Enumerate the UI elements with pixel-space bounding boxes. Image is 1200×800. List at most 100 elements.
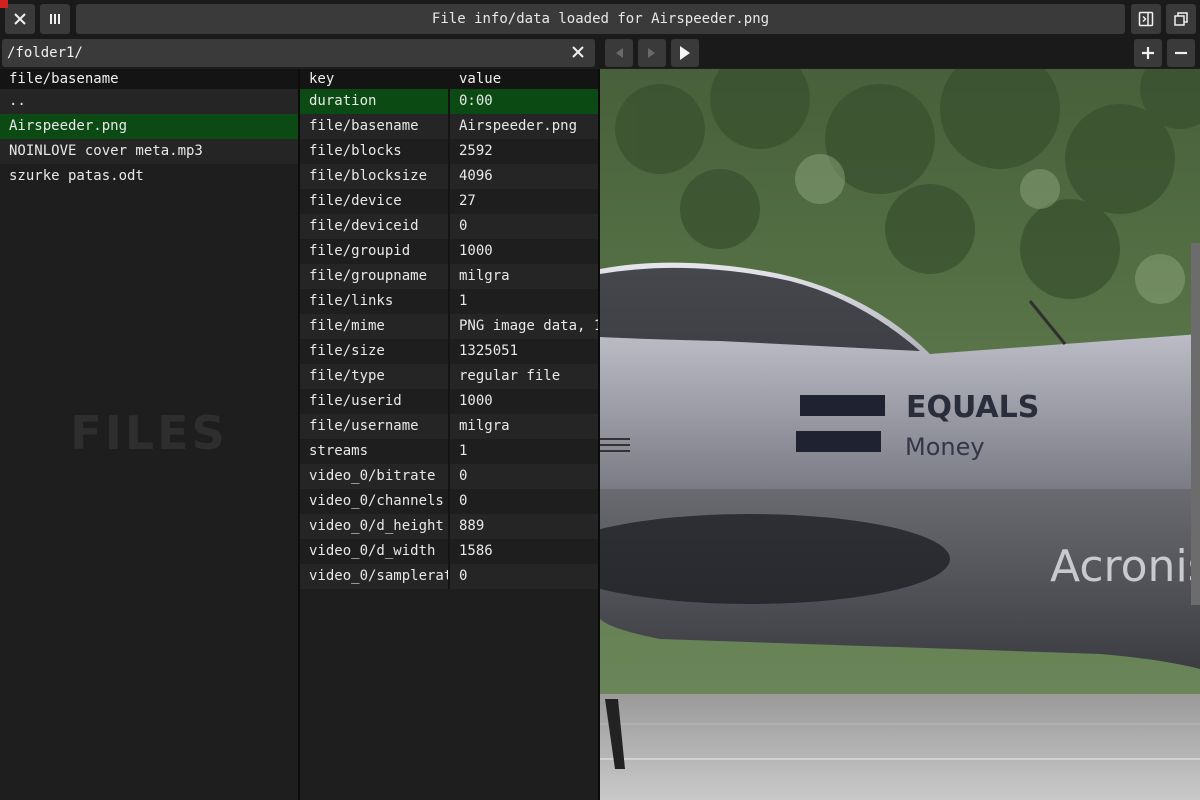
info-row[interactable]: file/groupid 1000 (300, 239, 598, 264)
info-value: 0:00 (459, 93, 493, 109)
info-row[interactable]: file/userid 1000 (300, 389, 598, 414)
info-value: milgra (459, 268, 510, 284)
key-column-header[interactable]: key (300, 69, 450, 89)
info-key: duration (300, 89, 450, 114)
info-key: file/mime (300, 314, 450, 339)
path-text: /folder1/ (7, 45, 83, 61)
info-value: milgra (459, 418, 510, 434)
info-row[interactable]: video_0/channels 0 (300, 489, 598, 514)
info-key: video_0/samplerate (300, 564, 450, 589)
image-preview[interactable]: EQUALS Money Acronis (600, 69, 1200, 800)
livery-text-money: Money (905, 433, 985, 461)
file-row-parent[interactable]: .. (0, 89, 298, 114)
info-key: file/groupid (300, 239, 450, 264)
value-column-header[interactable]: value (450, 69, 598, 89)
info-key: video_0/d_height (300, 514, 450, 539)
info-value: 889 (459, 518, 485, 534)
info-row[interactable]: file/blocksize 4096 (300, 164, 598, 189)
info-key: file/blocks (300, 139, 450, 164)
play-icon (680, 46, 690, 60)
preview-scrollbar[interactable] (1191, 243, 1200, 605)
toggle-panel-button[interactable] (1131, 4, 1161, 34)
info-row[interactable]: duration 0:00 (300, 89, 598, 114)
window-title: File info/data loaded for Airspeeder.png (76, 4, 1125, 34)
info-row[interactable]: video_0/bitrate 0 (300, 464, 598, 489)
info-key: video_0/channels (300, 489, 450, 514)
file-info-panel: key value duration 0:00 file/basename Airsp… (300, 69, 598, 800)
info-value: regular file (459, 368, 561, 384)
close-icon (572, 46, 584, 58)
info-key: file/blocksize (300, 164, 450, 189)
info-row[interactable]: video_0/d_width 1586 (300, 539, 598, 564)
livery-text-acronis: Acronis (1050, 541, 1200, 592)
info-row[interactable]: file/mime PNG image data, 1 (300, 314, 598, 339)
info-value: Airspeeder.png (459, 118, 578, 134)
columns-button[interactable] (40, 4, 70, 34)
files-watermark: FILES (70, 406, 228, 460)
plus-icon (1142, 47, 1154, 59)
info-value: 1 (459, 293, 468, 309)
close-button[interactable] (5, 4, 35, 34)
info-value: 27 (459, 193, 476, 209)
info-row[interactable]: video_0/d_height 889 (300, 514, 598, 539)
columns-icon (50, 14, 60, 24)
info-key: file/size (300, 339, 450, 364)
livery-text-equals: EQUALS (906, 390, 1039, 425)
info-value: 0 (459, 568, 468, 584)
info-value: PNG image data, 1 (459, 318, 598, 334)
info-value: 1586 (459, 543, 493, 559)
info-value: 1 (459, 443, 468, 459)
info-key: video_0/bitrate (300, 464, 450, 489)
info-rows: duration 0:00 file/basename Airspeeder.png f… (300, 89, 598, 589)
info-key: file/deviceid (300, 214, 450, 239)
info-key: streams (300, 439, 450, 464)
info-value: 2592 (459, 143, 493, 159)
zoom-in-button[interactable] (1134, 39, 1162, 67)
close-icon (14, 13, 26, 25)
play-button[interactable] (671, 39, 699, 67)
info-key: file/links (300, 289, 450, 314)
info-row[interactable]: file/deviceid 0 (300, 214, 598, 239)
minus-icon (1175, 51, 1187, 55)
path-input[interactable]: /folder1/ (2, 39, 595, 67)
info-row[interactable]: file/blocks 2592 (300, 139, 598, 164)
info-value: 1000 (459, 393, 493, 409)
previous-button[interactable] (605, 39, 633, 67)
info-value: 0 (459, 493, 468, 509)
info-value: 1325051 (459, 343, 519, 359)
info-row[interactable]: streams 1 (300, 439, 598, 464)
info-header: key value (300, 69, 598, 89)
triangle-right-icon (648, 48, 655, 58)
info-key: file/userid (300, 389, 450, 414)
info-value: 4096 (459, 168, 493, 184)
info-row[interactable]: file/size 1325051 (300, 339, 598, 364)
file-list-panel: file/basename .. Airspeeder.png NOINLOVE… (0, 69, 298, 800)
file-row-airspeeder[interactable]: Airspeeder.png (0, 114, 298, 139)
toolbar: File info/data loaded for Airspeeder.png (0, 0, 1200, 38)
info-row[interactable]: file/groupname milgra (300, 264, 598, 289)
file-row-noinlove[interactable]: NOINLOVE cover meta.mp3 (0, 139, 298, 164)
info-row[interactable]: file/username milgra (300, 414, 598, 439)
file-row-szurke[interactable]: szurke patas.odt (0, 164, 298, 189)
restore-window-icon (1174, 12, 1188, 26)
info-key: file/type (300, 364, 450, 389)
clear-path-button[interactable] (569, 43, 587, 61)
info-row[interactable]: video_0/samplerate 0 (300, 564, 598, 589)
window-corner-marker (0, 0, 8, 8)
file-list-header[interactable]: file/basename (0, 69, 298, 89)
info-row[interactable]: file/links 1 (300, 289, 598, 314)
info-value: 0 (459, 468, 468, 484)
info-row[interactable]: file/device 27 (300, 189, 598, 214)
restore-window-button[interactable] (1166, 4, 1196, 34)
info-row[interactable]: file/basename Airspeeder.png (300, 114, 598, 139)
info-key: file/groupname (300, 264, 450, 289)
path-bar: /folder1/ (0, 38, 1200, 68)
info-row[interactable]: file/type regular file (300, 364, 598, 389)
info-key: file/username (300, 414, 450, 439)
airspeeder-photo: EQUALS Money Acronis (600, 69, 1200, 800)
next-button[interactable] (638, 39, 666, 67)
info-key: video_0/d_width (300, 539, 450, 564)
zoom-out-button[interactable] (1167, 39, 1195, 67)
panel-toggle-icon (1138, 11, 1154, 27)
info-key: file/device (300, 189, 450, 214)
